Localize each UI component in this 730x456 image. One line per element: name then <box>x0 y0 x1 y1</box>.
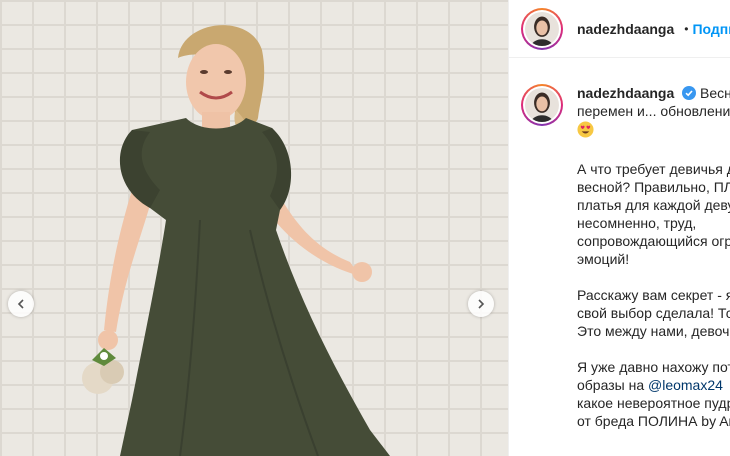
post-side-panel: nadezhdaanga • Подписаться <box>508 0 730 456</box>
caption-avatar[interactable] <box>521 84 563 126</box>
carousel-next-button[interactable] <box>468 291 494 317</box>
post-photo[interactable] <box>0 0 508 456</box>
post-header: nadezhdaanga • Подписаться <box>509 0 730 58</box>
follow-button[interactable]: Подписаться <box>692 21 730 37</box>
caption-line: какое невероятное пудровое платье <box>577 395 730 411</box>
chevron-left-icon <box>17 299 24 309</box>
caption-first-line: Весна – время <box>700 85 730 101</box>
caption-line: Это между нами, девочки <box>577 323 730 339</box>
avatar-image <box>525 88 559 122</box>
caption-line: эмоций! <box>577 251 630 267</box>
caption-line: Расскажу вам секрет - я уже сделала <box>577 287 730 303</box>
mention-link[interactable]: @leomax24 <box>648 377 723 393</box>
woman-in-green-dress-image <box>82 25 390 456</box>
caption-line: сопровождающийся огромной бурей <box>577 233 730 249</box>
heart-eyes-emoji-icon <box>577 121 594 138</box>
caption: nadezhdaanga Весна – время перемен и... … <box>509 58 730 430</box>
caption-line: свой выбор сделала! Тсс... <box>577 305 730 321</box>
verified-badge-icon <box>682 86 697 100</box>
caption-line: от бреда ПОЛИНА by Anga <box>577 413 730 429</box>
caption-line: несомненно, труд, <box>577 215 697 231</box>
caption-line: весной? Правильно, ПЛАТЬЯ, <box>577 179 730 195</box>
caption-line: А что требует девичья душа <box>577 161 730 177</box>
caption-paragraph-1: А что требует девичья душа весной? Прави… <box>577 160 730 268</box>
caption-username[interactable]: nadezhdaanga <box>577 85 674 101</box>
carousel-prev-button[interactable] <box>8 291 34 317</box>
caption-line: платья для каждой девушки – <box>577 197 730 213</box>
header-username[interactable]: nadezhdaanga <box>577 21 674 37</box>
caption-line: Я уже давно нахожу потрясающие <box>577 359 730 375</box>
avatar[interactable] <box>521 7 563 50</box>
chevron-right-icon <box>478 299 485 309</box>
separator-dot: • <box>684 21 689 36</box>
caption-paragraph-2: Расскажу вам секрет - я уже сделала свой… <box>577 286 730 340</box>
avatar-image <box>525 11 559 46</box>
caption-paragraph-3: Я уже давно нахожу потрясающие образы на… <box>577 358 730 430</box>
caption-line-prefix: образы на <box>577 377 648 393</box>
caption-line: перемен и... обновления <box>577 103 730 119</box>
